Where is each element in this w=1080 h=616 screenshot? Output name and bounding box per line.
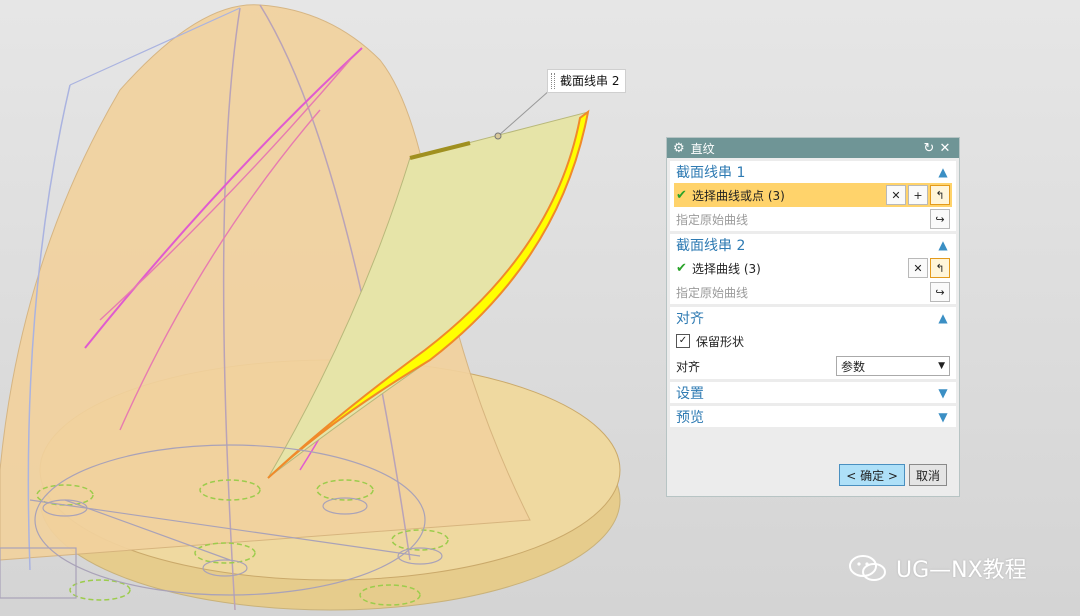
watermark-text: UG—NX教程 — [896, 558, 1027, 583]
curve-select-icon[interactable]: ↰ — [930, 185, 950, 205]
dialog-footer: < 确定 > 取消 — [839, 464, 947, 486]
settings-section: 设置 ▼ — [670, 382, 956, 403]
wechat-icon — [849, 555, 886, 581]
settings-title: 设置 — [676, 385, 704, 402]
curve-rule-icon[interactable]: ✕ — [908, 258, 928, 278]
select-curve-row[interactable]: ✔ 选择曲线 (3) ✕ ↰ — [670, 256, 956, 280]
gear-icon[interactable]: ⚙ — [673, 141, 685, 156]
dropdown-arrow-icon: ▼ — [938, 361, 945, 371]
select-curve-or-point-row[interactable]: ✔ 选择曲线或点 (3) ✕ + ↰ — [674, 183, 952, 207]
section-string-2-title: 截面线串 2 — [676, 238, 746, 254]
alignment-section: 对齐 ▲ ✓ 保留形状 对齐 参数 ▼ — [670, 307, 956, 379]
keep-shape-label: 保留形状 — [696, 334, 745, 349]
preview-section: 预览 ▼ — [670, 406, 956, 427]
specify-origin-curve-label-1: 指定原始曲线 — [676, 212, 749, 227]
specify-origin-curve-row-2[interactable]: 指定原始曲线 ↪ — [670, 280, 956, 304]
section-string-1-title: 截面线串 1 — [676, 165, 746, 181]
select-curve-or-point-label: 选择曲线或点 (3) — [692, 188, 785, 203]
curve-rule-icon[interactable]: ✕ — [886, 185, 906, 205]
select-curve-label: 选择曲线 (3) — [692, 261, 761, 276]
keep-shape-row[interactable]: ✓ 保留形状 — [670, 329, 956, 353]
preview-title: 预览 — [676, 409, 704, 426]
checkmark-icon: ✔ — [676, 260, 687, 276]
specify-origin-curve-row-1[interactable]: 指定原始曲线 ↪ — [670, 207, 956, 231]
alignment-method-label: 对齐 — [676, 359, 701, 374]
keep-shape-checkbox[interactable]: ✓ — [676, 334, 690, 348]
checkmark-icon: ✔ — [676, 187, 687, 203]
curve-select-icon[interactable]: ↰ — [930, 258, 950, 278]
section-string-1: 截面线串 1 ▲ ✔ 选择曲线或点 (3) ✕ + ↰ 指定原始曲线 ↪ — [670, 161, 956, 231]
alignment-method-row: 对齐 参数 ▼ — [670, 353, 956, 379]
alignment-method-value: 参数 — [841, 359, 866, 374]
section-string-2-header[interactable]: 截面线串 2 ▲ — [670, 234, 956, 256]
section-string-2: 截面线串 2 ▲ ✔ 选择曲线 (3) ✕ ↰ 指定原始曲线 ↪ — [670, 234, 956, 304]
specify-origin-curve-label-2: 指定原始曲线 — [676, 285, 749, 300]
reset-icon[interactable]: ↻ — [921, 141, 937, 156]
dialog-title: 直纹 — [690, 141, 715, 156]
chevron-down-icon[interactable]: ▼ — [936, 386, 950, 400]
origin-curve-icon[interactable]: ↪ — [930, 209, 950, 229]
chevron-down-icon[interactable]: ▼ — [936, 410, 950, 424]
alignment-title: 对齐 — [676, 311, 704, 327]
section-string-1-header[interactable]: 截面线串 1 ▲ — [670, 161, 956, 183]
point-dialog-icon[interactable]: + — [908, 185, 928, 205]
chevron-up-icon[interactable]: ▲ — [936, 238, 950, 252]
alignment-method-select[interactable]: 参数 ▼ — [836, 356, 950, 376]
chevron-up-icon[interactable]: ▲ — [936, 311, 950, 325]
settings-header[interactable]: 设置 ▼ — [670, 382, 956, 403]
section-string-2-callout: 截面线串 2 — [547, 69, 627, 93]
dialog-titlebar[interactable]: ⚙ 直纹 ↻ ✕ — [667, 138, 959, 158]
alignment-header[interactable]: 对齐 ▲ — [670, 307, 956, 329]
ok-button[interactable]: < 确定 > — [839, 464, 905, 486]
ruled-dialog: ⚙ 直纹 ↻ ✕ 截面线串 1 ▲ ✔ 选择曲线或点 (3) ✕ + ↰ 指定原… — [666, 137, 960, 497]
cancel-button[interactable]: 取消 — [908, 464, 947, 486]
chevron-up-icon[interactable]: ▲ — [936, 165, 950, 179]
preview-header[interactable]: 预览 ▼ — [670, 406, 956, 427]
close-icon[interactable]: ✕ — [937, 141, 953, 156]
origin-curve-icon[interactable]: ↪ — [930, 282, 950, 302]
watermark: UG—NX教程 — [848, 552, 1027, 584]
